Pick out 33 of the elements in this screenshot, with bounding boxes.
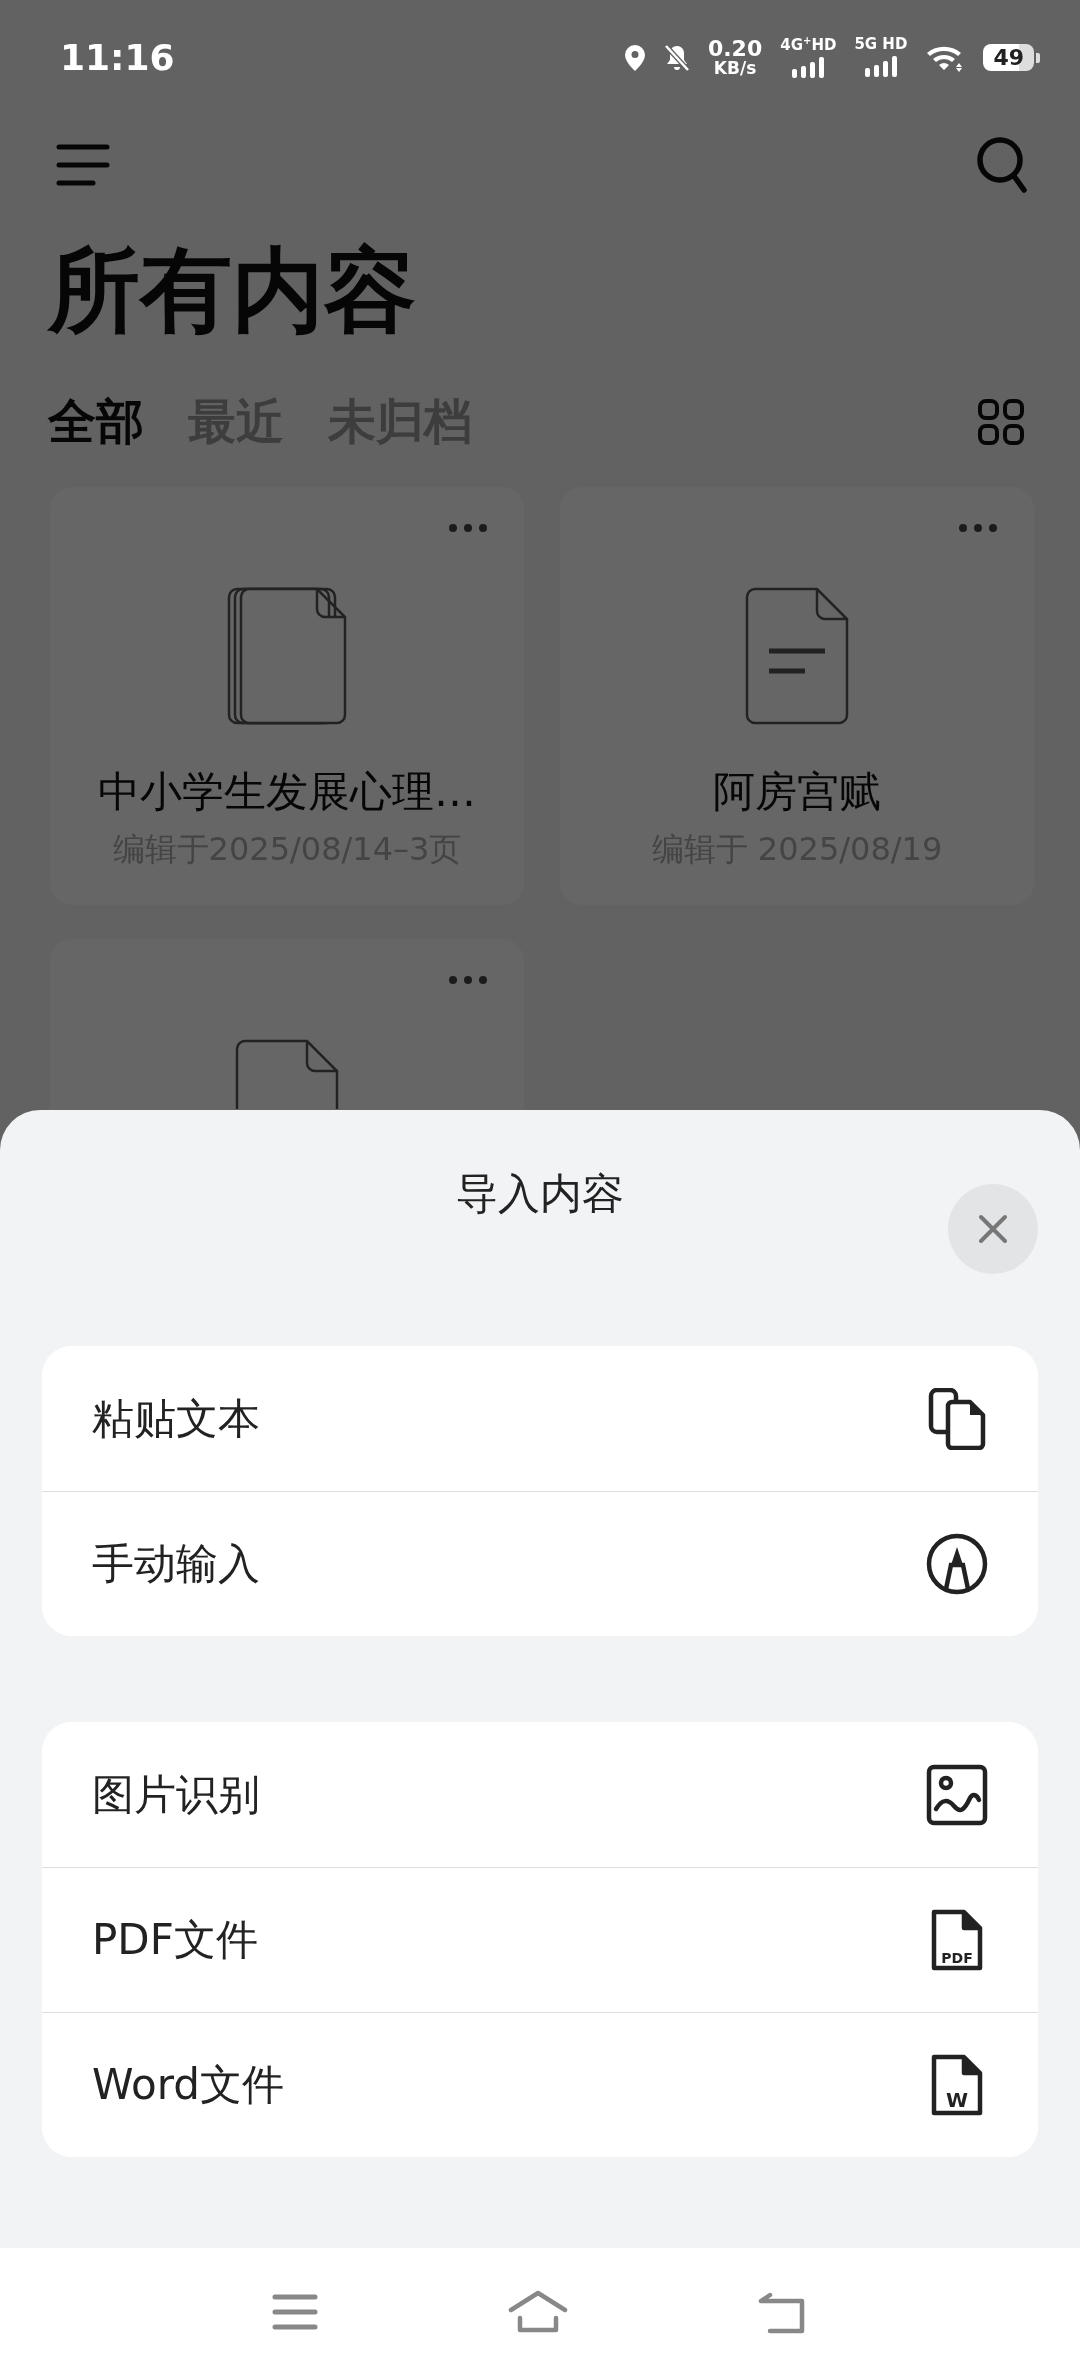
copy-icon [928, 1387, 986, 1450]
battery-level: 49 [983, 44, 1034, 71]
close-icon [978, 1214, 1008, 1244]
more-icon[interactable] [448, 523, 488, 533]
home-icon[interactable] [508, 2290, 568, 2334]
signal-icon [791, 55, 826, 79]
documents-icon [227, 587, 347, 727]
document-icon [235, 1039, 339, 1109]
network-type: 4G$^{+}$HD [780, 36, 837, 53]
menu-icon[interactable] [56, 143, 110, 187]
image-icon [926, 1763, 988, 1826]
document-title: 中小学生发展心理… [98, 766, 476, 818]
more-icon[interactable] [448, 975, 488, 985]
grid-view-icon[interactable] [978, 399, 1024, 445]
network-type: 5G HD [854, 37, 908, 52]
location-icon [623, 43, 646, 72]
network-speed: 0.20 [707, 38, 763, 60]
file-type-label: W [944, 2090, 970, 2110]
document-icon [745, 587, 849, 727]
clock: 11:16 [60, 37, 176, 78]
document-title: 阿房宫赋 [713, 766, 881, 818]
speed-unit: KB/s [713, 60, 757, 77]
search-icon[interactable] [976, 135, 1028, 195]
word-file-icon [931, 2054, 983, 2116]
menu-icon[interactable] [272, 2293, 318, 2331]
bell-off-icon [663, 43, 690, 72]
page-title: 所有内容 [48, 236, 417, 337]
more-icon[interactable] [958, 523, 998, 533]
file-type-label: PDF [940, 1951, 974, 1965]
sheet-title: 导入内容 [456, 1168, 624, 1220]
pen-icon [926, 1533, 988, 1595]
pdf-file-icon [931, 1909, 983, 1971]
signal-icon [863, 54, 898, 78]
